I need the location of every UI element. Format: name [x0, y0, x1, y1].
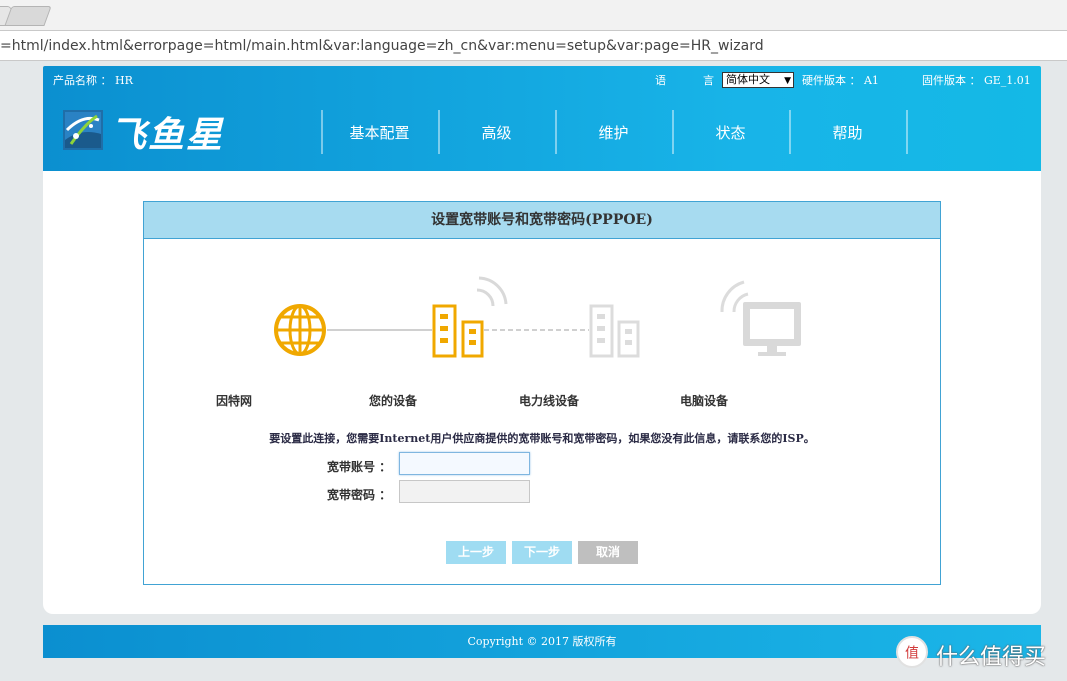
firmware-version: 固件版本 ： GE_1.01	[922, 74, 1031, 87]
nav-maintenance[interactable]: 维护	[556, 122, 671, 143]
language-select-value: 简体中文	[726, 73, 770, 86]
step-label-your-device: 您的设备	[369, 394, 418, 408]
computer-icon	[720, 280, 801, 356]
url-text[interactable]: =html/index.html&errorpage=html/main.htm…	[0, 38, 764, 54]
product-name: 产品名称 ： HR	[53, 74, 133, 87]
instruction-text: 要设置此连接，您需要Internet用户供应商提供的宽带账号和宽带密码，如果您没…	[269, 432, 815, 445]
watermark: 值 什么值得买	[896, 634, 1061, 674]
wizard-title: 设置宽带账号和宽带密码(PPPOE)	[144, 202, 940, 239]
chevron-down-icon: ▼	[784, 76, 791, 86]
step-label-powerline: 电力线设备	[519, 394, 580, 408]
cancel-button[interactable]: 取消	[578, 541, 638, 564]
next-step-button[interactable]: 下一步	[512, 541, 572, 564]
language-label-2: 言	[703, 74, 714, 87]
main-content: 设置宽带账号和宽带密码(PPPOE) 因特网 您的设备 电力线设备 电脑设备 要…	[43, 171, 1041, 614]
watermark-text: 什么值得买	[936, 645, 1047, 670]
browser-tab-strip	[0, 0, 1067, 31]
nav-help[interactable]: 帮助	[790, 122, 905, 143]
account-input[interactable]	[399, 452, 530, 475]
nav-divider	[906, 110, 908, 154]
password-label: 宽带密码 ：	[327, 488, 392, 502]
password-input[interactable]	[399, 480, 530, 503]
copyright-text: Copyright © 2017 版权所有	[467, 635, 617, 648]
connection-diagram	[274, 276, 801, 358]
nav-basic-config[interactable]: 基本配置	[322, 122, 437, 143]
footer: Copyright © 2017 版权所有	[43, 625, 1041, 658]
logo-icon	[63, 110, 103, 150]
address-bar[interactable]: =html/index.html&errorpage=html/main.htm…	[0, 31, 1067, 61]
hardware-version: 硬件版本 ： A1	[802, 74, 879, 87]
prev-step-button[interactable]: 上一步	[446, 541, 506, 564]
nav-advanced[interactable]: 高级	[439, 122, 554, 143]
router-icon	[432, 276, 508, 358]
watermark-logo-icon: 值	[896, 636, 928, 668]
step-label-computer: 电脑设备	[680, 394, 729, 408]
new-tab-button[interactable]	[4, 6, 52, 26]
language-select[interactable]: 简体中文 ▼	[722, 72, 794, 88]
step-label-internet: 因特网	[216, 394, 253, 408]
nav-status[interactable]: 状态	[673, 122, 788, 143]
setup-wizard-panel: 设置宽带账号和宽带密码(PPPOE) 因特网 您的设备 电力线设备 电脑设备 要…	[143, 201, 941, 585]
brand-logo-text: 飞鱼星	[110, 115, 225, 156]
globe-icon	[274, 304, 326, 356]
watermark-logo-glyph: 值	[905, 645, 919, 661]
powerline-device-icon	[589, 304, 640, 358]
account-label: 宽带账号 ：	[327, 460, 392, 474]
router-header: 产品名称 ： HR 语 言 简体中文 ▼ 硬件版本 ： A1 固件版本 ： GE…	[43, 66, 1041, 171]
language-label-1: 语	[655, 74, 666, 87]
